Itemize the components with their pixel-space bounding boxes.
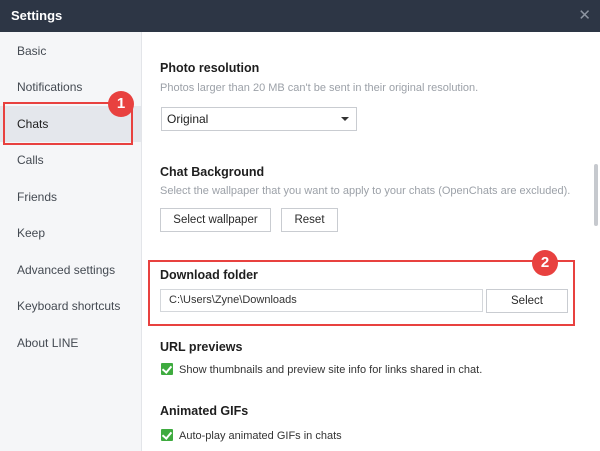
sidebar-item-about-line[interactable]: About LINE [0,325,141,361]
url-previews-checkbox[interactable] [161,363,173,375]
scrollbar-thumb[interactable] [594,164,598,226]
settings-content: Photo resolution Photos larger than 20 M… [142,32,600,451]
photo-resolution-select[interactable]: Original [161,107,357,131]
animated-gifs-heading: Animated GIFs [160,404,249,418]
annotation-badge-2: 2 [532,250,558,276]
url-previews-heading: URL previews [160,340,243,354]
photo-resolution-value: Original [167,112,209,126]
photo-resolution-description: Photos larger than 20 MB can't be sent i… [160,82,479,94]
sidebar-item-basic[interactable]: Basic [0,33,141,69]
chat-background-description: Select the wallpaper that you want to ap… [160,185,571,197]
close-icon[interactable]: ✕ [578,6,591,24]
animated-gifs-label: Auto-play animated GIFs in chats [179,430,342,442]
animated-gifs-option[interactable]: Auto-play animated GIFs in chats [161,429,342,442]
select-wallpaper-button[interactable]: Select wallpaper [160,208,271,232]
window-title: Settings [11,8,63,23]
animated-gifs-checkbox[interactable] [161,429,173,441]
sidebar-item-advanced-settings[interactable]: Advanced settings [0,252,141,288]
sidebar-item-calls[interactable]: Calls [0,142,141,178]
caret-down-icon [341,117,349,121]
download-folder-highlight-box [148,260,575,326]
chat-background-heading: Chat Background [160,165,265,179]
sidebar-item-friends[interactable]: Friends [0,179,141,215]
photo-resolution-heading: Photo resolution [160,61,260,75]
title-bar: Settings ✕ [0,0,600,32]
sidebar-item-keep[interactable]: Keep [0,215,141,251]
annotation-badge-1: 1 [108,91,134,117]
reset-wallpaper-button[interactable]: Reset [281,208,338,232]
url-previews-label: Show thumbnails and preview site info fo… [179,364,483,376]
url-previews-option[interactable]: Show thumbnails and preview site info fo… [161,363,482,376]
sidebar-item-keyboard-shortcuts[interactable]: Keyboard shortcuts [0,288,141,324]
